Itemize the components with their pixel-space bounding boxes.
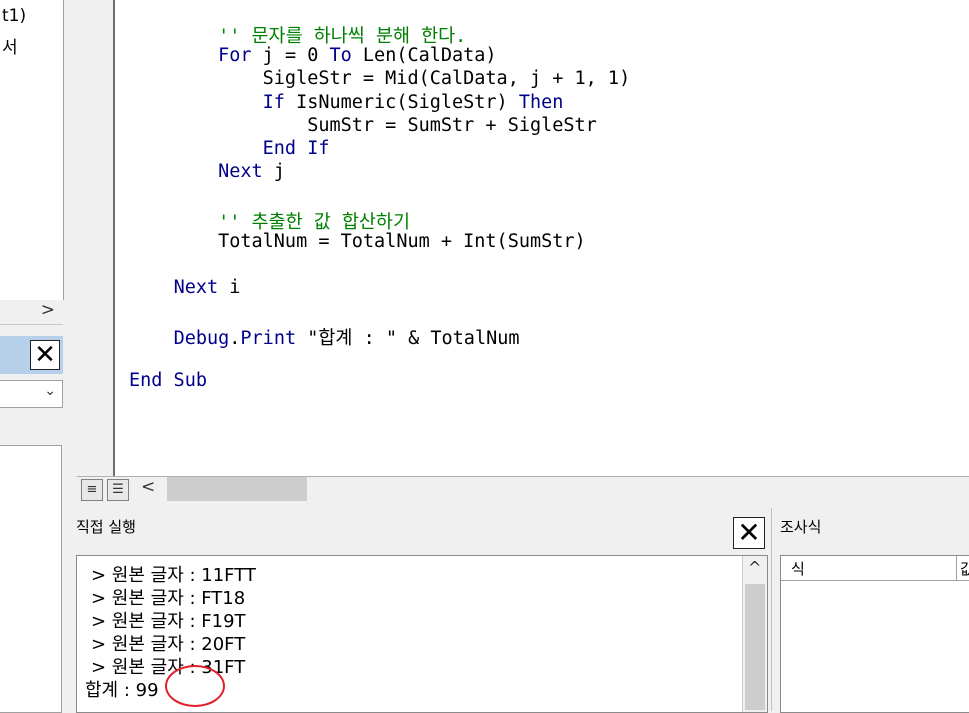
column-divider[interactable]	[956, 556, 957, 580]
tree-item[interactable]: t1)	[2, 6, 26, 26]
watch-window-title: 조사식	[780, 518, 822, 536]
code-comment: '' 추출한 값 합산하기	[218, 211, 410, 233]
code-line[interactable]: End Sub	[129, 370, 207, 391]
scroll-up-icon[interactable]: ^	[748, 558, 761, 577]
code-line[interactable]: SigleStr = Mid(CalData, j + 1, 1)	[129, 68, 631, 90]
code-keyword: Print	[240, 327, 297, 349]
immediate-window-title: 직접 실행	[76, 518, 136, 536]
immediate-window: 직접 실행 ✕ > 원본 글자 : 11FTT > 원본 글자 : FT18 >…	[70, 508, 768, 713]
column-header-expression[interactable]: 식	[791, 558, 805, 579]
code-hscroll-thumb[interactable]	[167, 477, 307, 501]
code-editor[interactable]: '' 문자를 하나씩 분해 한다. For j = 0 To Len(CalDa…	[115, 0, 969, 476]
code-keyword: For	[218, 45, 252, 67]
code-keyword: To	[329, 45, 352, 67]
procedure-view-button[interactable]: ≡	[81, 479, 103, 501]
code-text: TotalNum = TotalNum + Int(SumStr)	[218, 230, 586, 252]
result-highlight-circle	[165, 665, 225, 707]
code-keyword: If	[262, 91, 285, 113]
column-header-value[interactable]: 값	[960, 558, 969, 579]
code-line[interactable]: Next i	[129, 277, 241, 299]
code-keyword: Next	[218, 161, 263, 183]
code-text: "합계 : " & TotalNum	[296, 327, 520, 349]
code-text: .	[229, 327, 241, 349]
tree-item[interactable]: 서	[2, 33, 18, 58]
properties-list[interactable]	[0, 445, 62, 713]
full-module-view-button[interactable]: ☰	[107, 479, 129, 501]
immediate-output[interactable]: > 원본 글자 : 11FTT > 원본 글자 : FT18 > 원본 글자 :…	[76, 555, 768, 713]
code-comment: '' 문자를 하나씩 분해 한다.	[218, 26, 467, 47]
code-margin-bar[interactable]	[77, 0, 115, 476]
code-line[interactable]: For j = 0 To Len(CalData)	[129, 45, 497, 67]
code-keyword: Next	[173, 277, 219, 299]
code-line[interactable]: If IsNumeric(SigleStr) Then	[129, 91, 564, 113]
chevron-down-icon[interactable]: ⌄	[44, 383, 56, 399]
code-text: SigleStr = Mid(CalData, j + 1, 1)	[262, 68, 631, 90]
code-text: Len(CalData)	[351, 45, 497, 67]
code-keyword: Then	[518, 91, 564, 113]
scroll-right-icon[interactable]: >	[41, 300, 55, 320]
code-window-footer: ≡ ☰ <	[77, 476, 969, 502]
code-keyword: End If	[262, 138, 330, 159]
code-text: j	[262, 161, 285, 183]
watch-window: 조사식 식 값	[771, 508, 969, 713]
code-line[interactable]: '' 추출한 값 합산하기	[129, 208, 410, 234]
code-line[interactable]: Next j	[129, 161, 285, 182]
project-explorer-hscroll[interactable]: >	[0, 300, 63, 325]
code-line[interactable]: TotalNum = TotalNum + Int(SumStr)	[129, 231, 586, 252]
code-line[interactable]: '' 문자를 하나씩 분해 한다.	[129, 22, 466, 48]
code-text: j = 0	[251, 45, 330, 67]
code-text: i	[218, 277, 241, 299]
scroll-left-icon[interactable]: <	[141, 477, 155, 497]
code-line[interactable]: Debug.Print "합계 : " & TotalNum	[129, 324, 520, 350]
immediate-vscroll-thumb[interactable]	[745, 584, 765, 710]
close-icon[interactable]: ✕	[733, 517, 765, 549]
properties-header: ✕	[0, 336, 63, 374]
project-explorer-tree[interactable]: t1) 서	[0, 0, 64, 300]
code-text: IsNumeric(SigleStr)	[284, 91, 519, 113]
code-line[interactable]: SumStr = SumStr + SigleStr	[129, 115, 597, 136]
code-line[interactable]: End If	[129, 138, 330, 159]
code-keyword: Debug	[173, 327, 230, 349]
watch-list[interactable]: 식 값	[780, 555, 969, 713]
code-keyword: End Sub	[129, 370, 207, 391]
properties-object-combo[interactable]: ⌄	[0, 380, 63, 408]
close-icon[interactable]: ✕	[30, 340, 60, 370]
output-line-total: 합계 : 99	[85, 680, 159, 701]
code-text: SumStr = SumStr + SigleStr	[307, 114, 597, 136]
watch-list-header: 식 값	[781, 556, 969, 581]
immediate-vscroll[interactable]: ^	[742, 556, 767, 712]
